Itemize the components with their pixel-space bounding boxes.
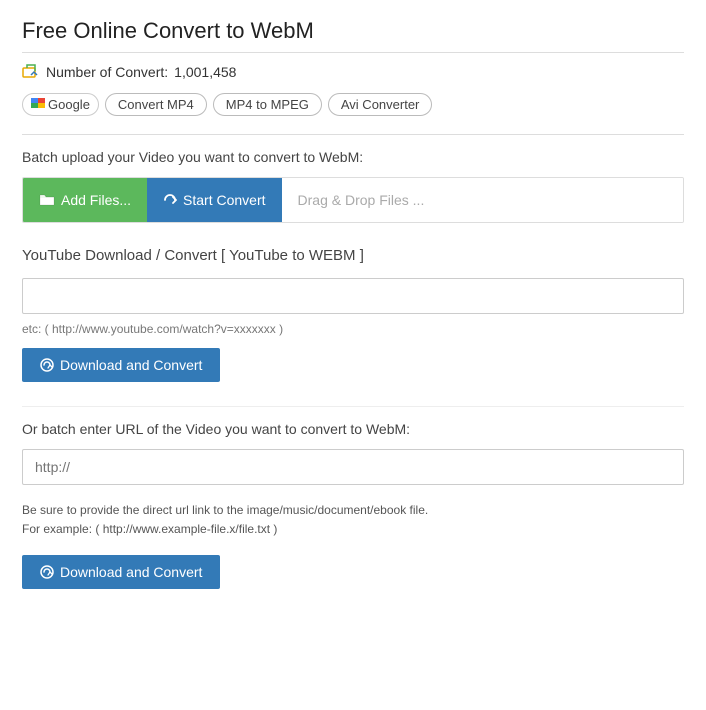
- folder-icon: [39, 193, 55, 207]
- batch-url-input[interactable]: [22, 449, 684, 485]
- youtube-section: YouTube Download / Convert [ YouTube to …: [22, 247, 684, 382]
- youtube-title: YouTube Download / Convert [ YouTube to …: [22, 247, 684, 264]
- batch-download-convert-label: Download and Convert: [60, 564, 202, 580]
- convert-icon: [163, 193, 177, 207]
- refresh-count-icon: [22, 63, 40, 81]
- batch-convert-icon: [40, 565, 54, 579]
- batch-label: Or batch enter URL of the Video you want…: [22, 421, 684, 437]
- divider-2: [22, 406, 684, 407]
- counter-label: Number of Convert:: [46, 64, 168, 80]
- nav-convert-mp4[interactable]: Convert MP4: [105, 93, 207, 116]
- batch-info-line1: Be sure to provide the direct url link t…: [22, 501, 684, 520]
- add-files-label: Add Files...: [61, 192, 131, 208]
- nav-avi-converter[interactable]: Avi Converter: [328, 93, 433, 116]
- upload-area: Add Files... Start Convert Drag & Drop F…: [22, 177, 684, 223]
- upload-section: Batch upload your Video you want to conv…: [22, 149, 684, 223]
- youtube-url-input[interactable]: youtube.com/watch?v=EY7K0CGRIjk: [22, 278, 684, 314]
- nav-links: Google Convert MP4 MP4 to MPEG Avi Conve…: [22, 93, 684, 116]
- counter-value: 1,001,458: [174, 64, 236, 80]
- divider-1: [22, 134, 684, 135]
- drag-drop-text: Drag & Drop Files ...: [298, 192, 425, 208]
- batch-info-line2: For example: ( http://www.example-file.x…: [22, 520, 684, 539]
- youtube-download-convert-button[interactable]: Download and Convert: [22, 348, 220, 382]
- batch-section: Or batch enter URL of the Video you want…: [22, 421, 684, 589]
- batch-download-convert-button[interactable]: Download and Convert: [22, 555, 220, 589]
- drag-drop-area: Drag & Drop Files ...: [282, 178, 683, 222]
- upload-label: Batch upload your Video you want to conv…: [22, 149, 684, 165]
- google-label: Google: [48, 97, 90, 112]
- nav-mp4-mpeg[interactable]: MP4 to MPEG: [213, 93, 322, 116]
- youtube-url-hint: etc: ( http://www.youtube.com/watch?v=xx…: [22, 322, 684, 336]
- nav-google-link[interactable]: Google: [22, 93, 99, 116]
- batch-info: Be sure to provide the direct url link t…: [22, 501, 684, 539]
- download-convert-icon: [40, 358, 54, 372]
- add-files-button[interactable]: Add Files...: [23, 178, 147, 222]
- start-convert-button[interactable]: Start Convert: [147, 178, 281, 222]
- page-title: Free Online Convert to WebM: [22, 18, 684, 53]
- google-flag-icon: [31, 98, 45, 112]
- youtube-download-convert-label: Download and Convert: [60, 357, 202, 373]
- convert-counter: Number of Convert: 1,001,458: [22, 63, 684, 81]
- start-convert-label: Start Convert: [183, 192, 265, 208]
